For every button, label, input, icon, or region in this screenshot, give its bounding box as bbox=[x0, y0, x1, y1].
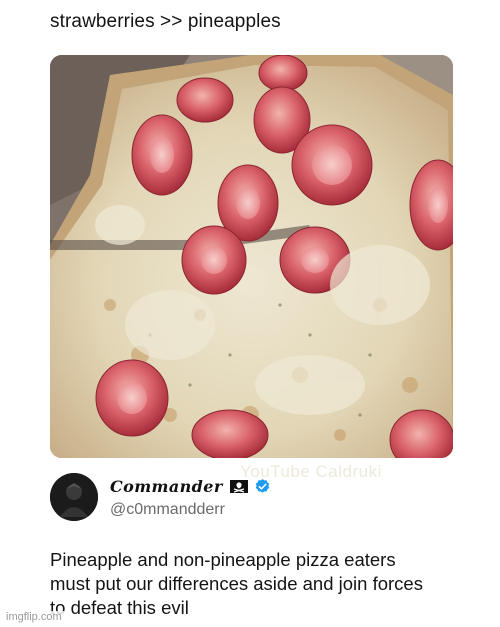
avatar[interactable] bbox=[50, 473, 98, 521]
pirate-flag-icon bbox=[230, 480, 248, 493]
verified-badge-icon bbox=[255, 479, 270, 493]
tweet-text-line: to defeat this evil bbox=[50, 597, 189, 618]
avatar-image bbox=[50, 473, 98, 521]
user-handle[interactable]: @c0mmandderr bbox=[110, 501, 225, 519]
tweet-text-line: Pineapple and non-pineapple pizza eaters bbox=[50, 549, 396, 570]
pizza-photo[interactable] bbox=[50, 55, 453, 458]
post-caption: strawberries >> pineapples bbox=[50, 11, 281, 32]
imgflip-watermark: imgflip.com bbox=[4, 611, 64, 623]
display-name[interactable]: Commander bbox=[110, 477, 223, 496]
pizza-photo-illustration bbox=[50, 55, 453, 458]
tweet-text-line: must put our differences aside and join … bbox=[50, 573, 423, 594]
tweet-text: Pineapple and non-pineapple pizza eaters… bbox=[50, 548, 470, 620]
